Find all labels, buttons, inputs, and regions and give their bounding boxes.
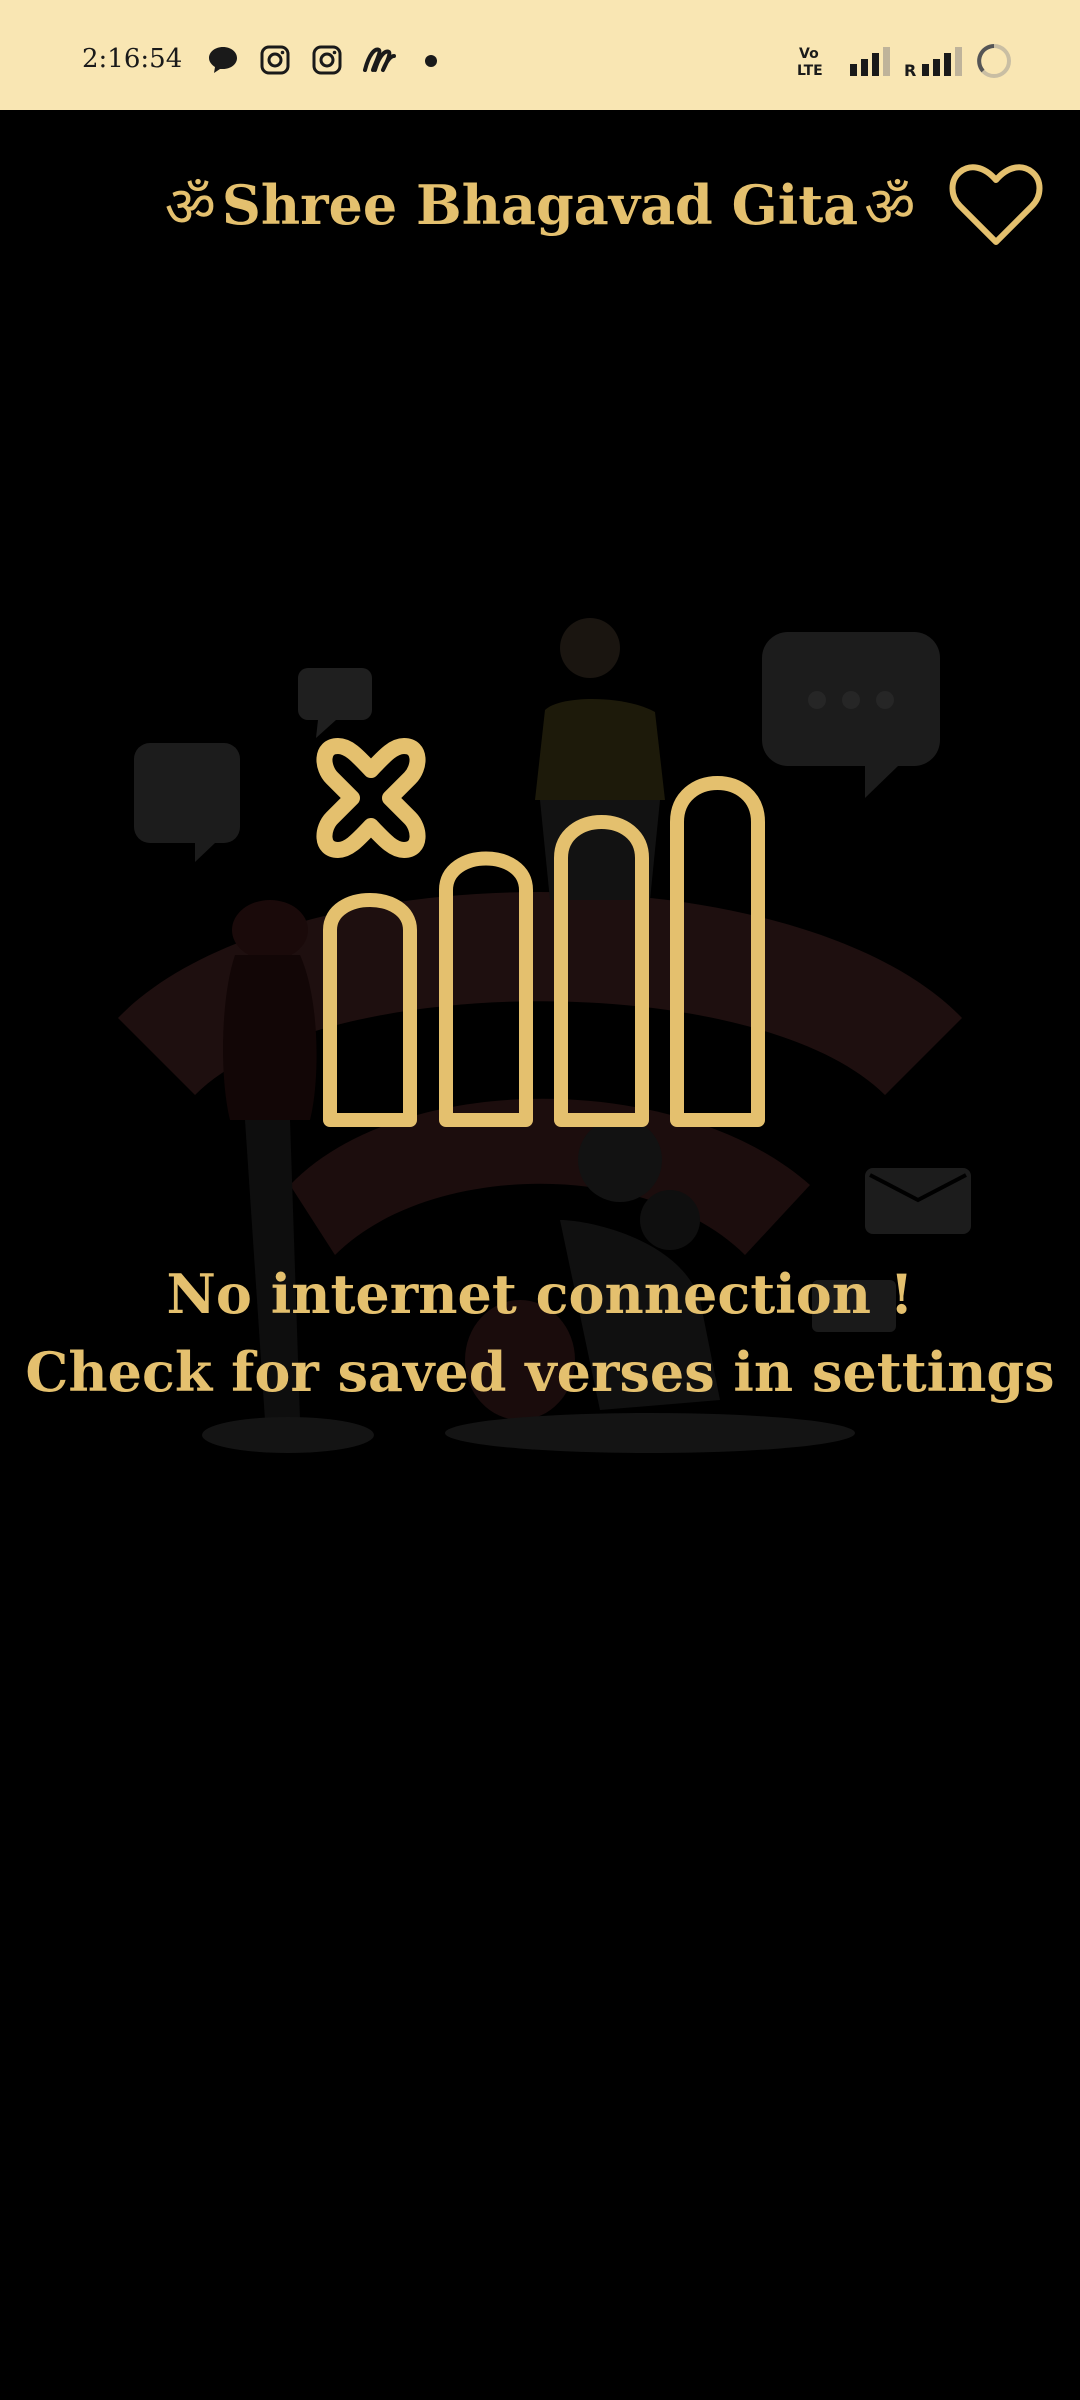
- svg-text:LTE: LTE: [797, 63, 823, 78]
- envelope-shape: [865, 1168, 971, 1234]
- chat-bubble-icon: [209, 47, 237, 73]
- signal-icon-sim2-roaming: R: [904, 47, 962, 78]
- no-internet-message: No internet connection ! Check for saved…: [0, 1255, 1080, 1411]
- om-symbol-left: ॐ: [164, 175, 216, 240]
- app-title-text: Shree Bhagavad Gita: [221, 173, 859, 237]
- no-internet-title: No internet connection !: [166, 1262, 914, 1326]
- app-logo-icon: [363, 47, 396, 72]
- svg-text:Vo: Vo: [799, 46, 819, 62]
- disconnected-x-icon: [316, 738, 426, 858]
- saved-verses-hint: Check for saved verses in settings: [25, 1340, 1055, 1404]
- om-symbol-right: ॐ: [864, 175, 916, 240]
- status-bar: 2:16:54 Vo LTE R: [0, 0, 1080, 110]
- instagram-icon: [260, 45, 290, 75]
- status-time: 2:16:54: [82, 44, 183, 74]
- favorites-heart-icon[interactable]: [948, 160, 1044, 250]
- battery-ring-icon: [977, 44, 1011, 78]
- svg-text:R: R: [904, 61, 916, 78]
- volte-icon: Vo LTE: [797, 46, 823, 78]
- speech-bubble-left: [134, 743, 240, 862]
- speech-bubble-right: [762, 632, 940, 798]
- signal-icon-sim1: [850, 47, 890, 76]
- app-title: ॐ Shree Bhagavad Gita ॐ: [165, 160, 916, 250]
- speech-bubble-small: [298, 668, 372, 738]
- instagram-icon: [312, 45, 342, 75]
- dot-icon: [425, 55, 437, 67]
